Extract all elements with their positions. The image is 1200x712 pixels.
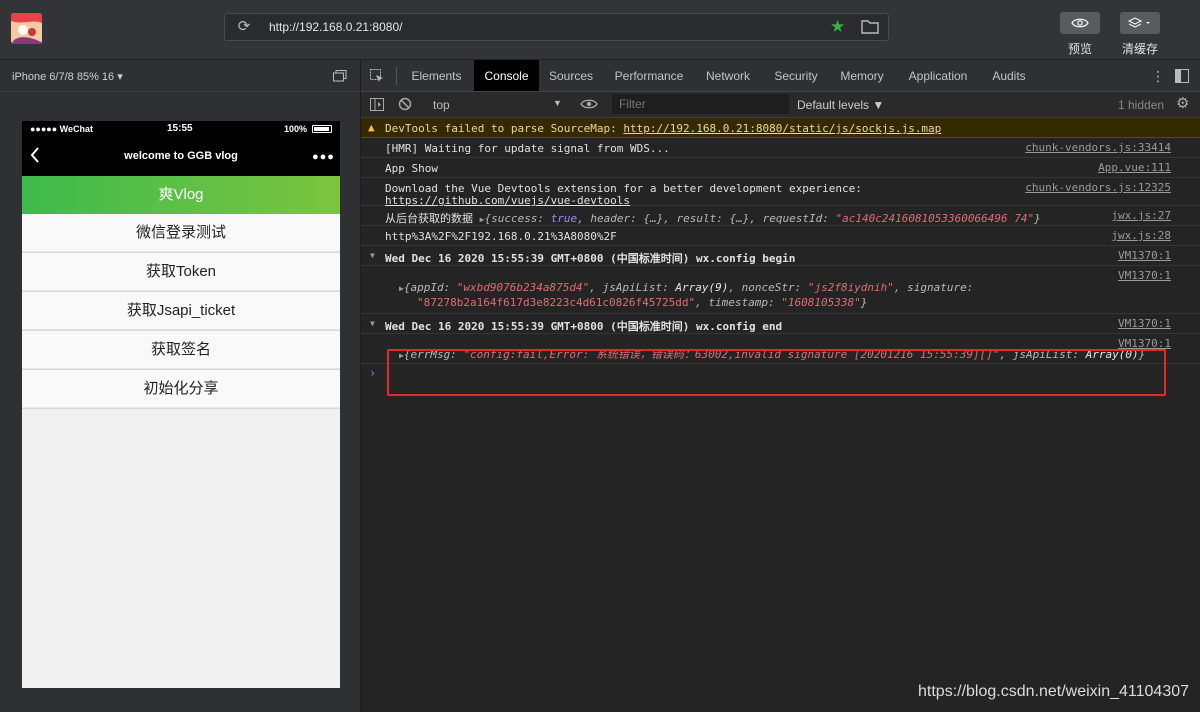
tab-elements[interactable]: Elements [403, 60, 470, 91]
object-log[interactable]: ▶{appId: "wxbd9076b234a875d4", jsApiList… [399, 281, 973, 310]
menu-item-get-jsapi-ticket[interactable]: 获取Jsapi_ticket [22, 292, 340, 331]
phone-screen: ●●●●● WeChat 15:55 100% welcome to GGB v… [22, 121, 340, 688]
clear-cache-button[interactable]: 清缓存 [1118, 12, 1162, 57]
log-source-link[interactable]: VM1370:1 [1118, 269, 1171, 282]
simulator-panel: iPhone 6/7/8 85% 16 ▾ ●●●●● WeChat 15:55… [0, 60, 361, 712]
tab-application[interactable]: Application [902, 60, 974, 91]
collapse-triangle-icon[interactable]: ▼ [370, 251, 375, 260]
star-icon[interactable]: ★ [830, 17, 845, 37]
layers-icon [1120, 12, 1160, 34]
url-text[interactable]: http://192.168.0.21:8080/ [269, 20, 402, 34]
filter-input[interactable] [612, 94, 789, 114]
more-icon[interactable]: ●●● [312, 151, 335, 163]
log-group-row[interactable]: ▼ Wed Dec 16 2020 15:55:39 GMT+0800 (中国标… [361, 246, 1200, 266]
battery-percent: 100% [284, 124, 308, 134]
phone-status-bar: ●●●●● WeChat 15:55 100% [22, 121, 340, 138]
menu-item-init-share[interactable]: 初始化分享 [22, 370, 340, 409]
console-warning: ▲ DevTools failed to parse SourceMap: ht… [361, 118, 1200, 138]
avatar[interactable] [11, 13, 42, 44]
wechat-nav-bar: welcome to GGB vlog ●●● [22, 138, 340, 176]
object-log[interactable]: 从后台获取的数据 ▶{success: true, header: {…}, r… [385, 210, 1041, 226]
tab-audits[interactable]: Audits [984, 60, 1034, 91]
console-toolbar: top ▼ Default levels ▼ 1 hidden ⚙ [361, 92, 1200, 118]
clear-cache-label: 清缓存 [1121, 42, 1158, 56]
nav-title: welcome to GGB vlog [124, 150, 238, 162]
reload-icon[interactable]: ⟳ [235, 18, 253, 36]
devtools-tabbar: Elements Console Sources Performance Net… [361, 60, 1200, 92]
popout-icon[interactable] [333, 69, 347, 82]
tab-memory[interactable]: Memory [833, 60, 891, 91]
log-row: App Show App.vue:111 [361, 158, 1200, 178]
log-row: [HMR] Waiting for update signal from WDS… [361, 138, 1200, 158]
log-row: VM1370:1 ▶{appId: "wxbd9076b234a875d4", … [361, 266, 1200, 314]
console-output: ▲ DevTools failed to parse SourceMap: ht… [361, 118, 1200, 382]
clock: 15:55 [167, 123, 193, 134]
more-vert-icon[interactable]: ⋮ [1151, 68, 1165, 85]
menu-item-wechat-login[interactable]: 微信登录测试 [22, 214, 340, 253]
log-row: Download the Vue Devtools extension for … [361, 178, 1200, 207]
warning-icon: ▲ [368, 121, 375, 134]
top-toolbar: ⟳ http://192.168.0.21:8080/ ★ 预览 清缓存 [0, 0, 1200, 60]
tab-network[interactable]: Network [697, 60, 759, 91]
context-selector[interactable]: top [433, 98, 450, 112]
log-text: [HMR] Waiting for update signal from WDS… [385, 142, 670, 155]
log-text: App Show [385, 162, 438, 175]
log-text: Wed Dec 16 2020 15:55:39 GMT+0800 (中国标准时… [385, 252, 796, 265]
clear-console-icon[interactable] [398, 97, 412, 111]
tab-performance[interactable]: Performance [607, 60, 691, 91]
watermark: https://blog.csdn.net/weixin_41104307 [918, 683, 1190, 700]
log-source-link[interactable]: VM1370:1 [1118, 317, 1171, 330]
chevron-down-icon[interactable]: ▼ [553, 98, 562, 108]
sidebar-toggle-icon[interactable] [370, 98, 384, 111]
log-source-link[interactable]: App.vue:111 [1098, 161, 1171, 174]
collapse-triangle-icon[interactable]: ▼ [370, 319, 375, 328]
tab-security[interactable]: Security [766, 60, 826, 91]
divider [396, 67, 397, 85]
sourcemap-link[interactable]: http://192.168.0.21:8080/static/js/sockj… [623, 122, 941, 135]
preview-label: 预览 [1067, 42, 1092, 56]
battery-icon [312, 125, 332, 133]
log-prefix: 从后台获取的数据 [385, 212, 473, 225]
tab-sources[interactable]: Sources [542, 60, 600, 91]
log-source-link[interactable]: chunk-vendors.js:33414 [1025, 141, 1171, 154]
log-levels-dropdown[interactable]: Default levels ▼ [797, 98, 884, 112]
log-source-link[interactable]: chunk-vendors.js:12325 [1025, 181, 1171, 194]
gear-icon[interactable]: ⚙ [1176, 96, 1189, 112]
log-source-link[interactable]: VM1370:1 [1118, 249, 1171, 262]
folder-icon[interactable] [861, 19, 879, 35]
warning-text: DevTools failed to parse SourceMap: [385, 122, 624, 135]
page-header: 爽Vlog [22, 176, 340, 214]
dock-icon[interactable] [1175, 69, 1189, 83]
log-text: Wed Dec 16 2020 15:55:39 GMT+0800 (中国标准时… [385, 320, 783, 333]
log-row: 从后台获取的数据 ▶{success: true, header: {…}, r… [361, 206, 1200, 226]
log-source-link[interactable]: jwx.js:28 [1111, 229, 1171, 242]
log-row: http%3A%2F%2F192.168.0.21%3A8080%2F jwx.… [361, 226, 1200, 246]
menu-item-get-signature[interactable]: 获取签名 [22, 331, 340, 370]
prompt-icon: › [369, 366, 377, 380]
live-expression-eye-icon[interactable] [580, 98, 598, 110]
log-group-row[interactable]: ▼ Wed Dec 16 2020 15:55:39 GMT+0800 (中国标… [361, 314, 1200, 334]
carrier-label: ●●●●● WeChat [30, 124, 94, 134]
tab-console[interactable]: Console [474, 60, 539, 91]
address-bar[interactable]: ⟳ http://192.168.0.21:8080/ ★ [224, 13, 889, 41]
preview-button[interactable]: 预览 [1058, 12, 1102, 57]
hidden-count: 1 hidden [1118, 98, 1165, 112]
menu-item-get-token[interactable]: 获取Token [22, 253, 340, 292]
device-selector[interactable]: iPhone 6/7/8 85% 16 ▾ [12, 70, 123, 83]
inspect-element-icon[interactable] [370, 69, 384, 83]
log-source-link[interactable]: jwx.js:27 [1111, 209, 1171, 222]
eye-icon [1060, 12, 1100, 34]
error-highlight-box [387, 349, 1166, 396]
simulator-toolbar: iPhone 6/7/8 85% 16 ▾ [0, 60, 360, 92]
log-text: http%3A%2F%2F192.168.0.21%3A8080%2F [385, 230, 617, 243]
